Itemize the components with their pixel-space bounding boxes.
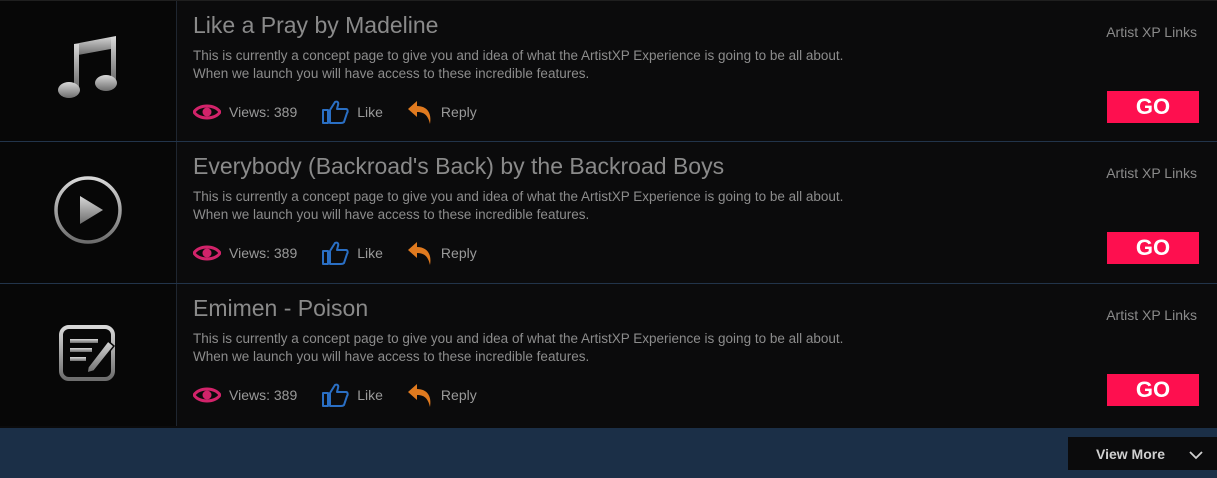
views-label: Views: 389 xyxy=(229,387,298,403)
reply-arrow-icon xyxy=(407,240,433,266)
thumbs-up-icon xyxy=(321,100,349,124)
thumbnail[interactable] xyxy=(0,284,177,426)
like-label: Like xyxy=(357,387,383,403)
post-list: Like a Pray by Madeline This is currentl… xyxy=(0,0,1217,428)
like-button[interactable]: Like xyxy=(321,100,383,124)
thumbnail[interactable] xyxy=(0,142,177,283)
artist-xp-links-label: Artist XP Links xyxy=(1106,307,1197,323)
like-label: Like xyxy=(357,245,383,261)
description-line: When we launch you will have access to t… xyxy=(193,349,590,364)
description-line: When we launch you will have access to t… xyxy=(193,207,590,222)
reply-button[interactable]: Reply xyxy=(407,99,477,125)
thumbs-up-icon xyxy=(321,241,349,265)
list-item: Everybody (Backroad's Back) by the Backr… xyxy=(0,142,1217,284)
eye-icon xyxy=(193,386,221,404)
item-actions: Views: 389 Like Reply xyxy=(193,240,501,266)
like-button[interactable]: Like xyxy=(321,383,383,407)
views-label: Views: 389 xyxy=(229,104,298,120)
item-content: Like a Pray by Madeline This is currentl… xyxy=(193,1,1217,141)
views-counter: Views: 389 xyxy=(193,244,297,262)
eye-icon xyxy=(193,103,221,121)
view-more-button[interactable]: View More xyxy=(1068,437,1217,470)
thumbs-up-icon xyxy=(321,383,349,407)
item-description: This is currently a concept page to give… xyxy=(193,330,913,366)
note-edit-icon xyxy=(58,323,118,388)
artist-xp-links-label: Artist XP Links xyxy=(1106,165,1197,181)
description-line: This is currently a concept page to give… xyxy=(193,189,844,204)
item-title[interactable]: Emimen - Poison xyxy=(193,295,368,322)
eye-icon xyxy=(193,244,221,262)
description-line: When we launch you will have access to t… xyxy=(193,66,590,81)
description-line: This is currently a concept page to give… xyxy=(193,48,844,63)
description-line: This is currently a concept page to give… xyxy=(193,331,844,346)
list-item: Like a Pray by Madeline This is currentl… xyxy=(0,0,1217,142)
like-button[interactable]: Like xyxy=(321,241,383,265)
item-content: Emimen - Poison This is currently a conc… xyxy=(193,284,1217,426)
reply-label: Reply xyxy=(440,104,477,120)
artist-xp-links-label: Artist XP Links xyxy=(1106,24,1197,40)
music-note-icon xyxy=(56,34,120,109)
reply-label: Reply xyxy=(440,387,477,403)
item-actions: Views: 389 Like Reply xyxy=(193,99,501,125)
views-counter: Views: 389 xyxy=(193,103,297,121)
go-button[interactable]: GO xyxy=(1107,91,1199,123)
item-title[interactable]: Like a Pray by Madeline xyxy=(193,12,438,39)
go-button[interactable]: GO xyxy=(1107,374,1199,406)
view-more-label: View More xyxy=(1096,445,1165,462)
like-label: Like xyxy=(357,104,383,120)
reply-button[interactable]: Reply xyxy=(407,382,477,408)
views-label: Views: 389 xyxy=(229,245,298,261)
reply-label: Reply xyxy=(440,245,477,261)
play-circle-icon xyxy=(52,174,124,251)
item-actions: Views: 389 Like Reply xyxy=(193,382,501,408)
go-button[interactable]: GO xyxy=(1107,232,1199,264)
views-counter: Views: 389 xyxy=(193,386,297,404)
chevron-down-icon xyxy=(1189,447,1203,463)
reply-arrow-icon xyxy=(407,382,433,408)
reply-arrow-icon xyxy=(407,99,433,125)
item-title[interactable]: Everybody (Backroad's Back) by the Backr… xyxy=(193,153,724,180)
item-content: Everybody (Backroad's Back) by the Backr… xyxy=(193,142,1217,283)
item-description: This is currently a concept page to give… xyxy=(193,47,913,83)
item-description: This is currently a concept page to give… xyxy=(193,188,913,224)
reply-button[interactable]: Reply xyxy=(407,240,477,266)
list-item: Emimen - Poison This is currently a conc… xyxy=(0,284,1217,426)
thumbnail[interactable] xyxy=(0,1,177,141)
